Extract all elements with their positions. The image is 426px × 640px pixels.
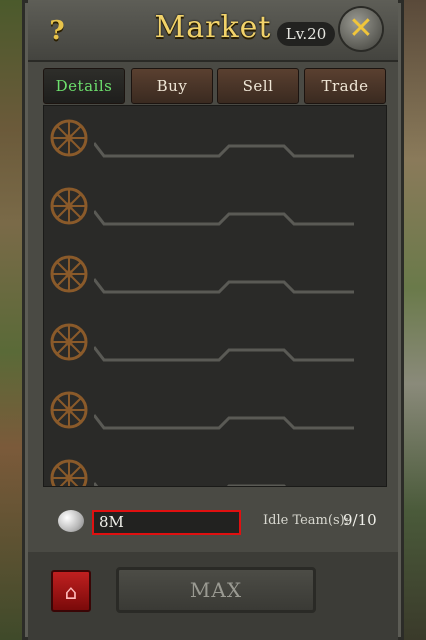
house-delete-icon: ⌂	[64, 580, 78, 604]
team-slot[interactable]	[44, 378, 386, 446]
close-button[interactable]: ✕	[340, 8, 382, 50]
team-slot[interactable]	[44, 174, 386, 242]
wagon-wheel-icon	[50, 459, 88, 486]
progress-track	[94, 210, 354, 226]
tab-buy[interactable]: Buy	[131, 68, 213, 104]
level-badge: Lv.20	[277, 22, 335, 46]
team-slot[interactable]	[44, 310, 386, 378]
wagon-wheel-icon	[50, 119, 88, 157]
team-slot[interactable]	[44, 446, 386, 486]
idle-teams-value: 9/10	[343, 511, 377, 529]
max-button[interactable]: MAX	[116, 567, 316, 613]
delete-button[interactable]: ⌂	[51, 570, 91, 612]
wagon-wheel-icon	[50, 255, 88, 293]
tab-bar: Details Buy Sell Trade	[43, 68, 386, 104]
team-list[interactable]	[43, 105, 387, 487]
progress-track	[94, 142, 354, 158]
progress-track	[94, 414, 354, 430]
progress-track	[94, 278, 354, 294]
tab-sell[interactable]: Sell	[217, 68, 299, 104]
silver-coin-icon	[58, 510, 84, 532]
wagon-wheel-icon	[50, 187, 88, 225]
tab-trade[interactable]: Trade	[304, 68, 386, 104]
idle-teams-label: Idle Team(s):	[263, 513, 350, 528]
help-button[interactable]: ?	[40, 14, 74, 48]
progress-track	[94, 346, 354, 362]
wagon-wheel-icon	[50, 323, 88, 361]
wagon-wheel-icon	[50, 391, 88, 429]
team-slot[interactable]	[44, 242, 386, 310]
tab-details[interactable]: Details	[43, 68, 125, 104]
team-slot[interactable]	[44, 106, 386, 174]
silver-amount: 8M	[92, 510, 241, 535]
progress-track	[94, 482, 287, 486]
game-background-right	[402, 0, 426, 640]
